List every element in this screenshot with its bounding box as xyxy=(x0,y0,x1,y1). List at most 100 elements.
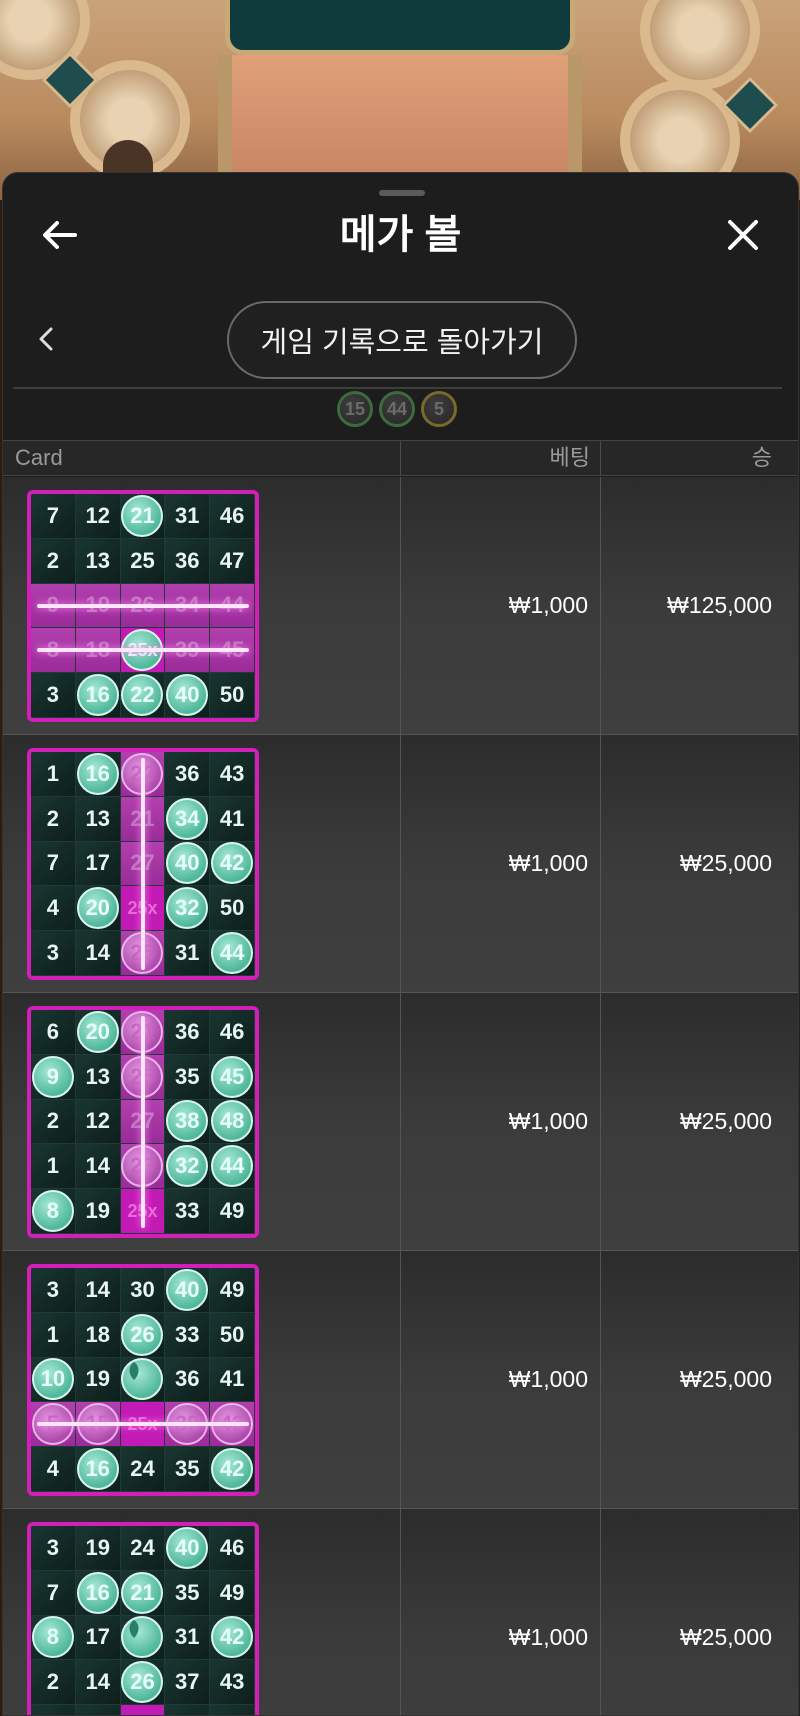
card-number: 32 xyxy=(165,1144,211,1190)
table-row[interactable]: 319244046 716213549 817 3142 214263743 51525x… xyxy=(3,1509,798,1715)
card-number: 17 xyxy=(75,1615,121,1661)
card-number: 46 xyxy=(210,1526,255,1571)
back-to-history-button[interactable]: 게임 기록으로 돌아가기 xyxy=(227,301,577,379)
card-number: 42 xyxy=(210,841,255,887)
card-number: 5 xyxy=(31,1705,76,1715)
card-number: 3 xyxy=(31,931,76,976)
card-number: 25 xyxy=(120,538,166,584)
card-number: 16 xyxy=(75,673,121,718)
card-number: 24 xyxy=(120,1526,166,1571)
card-number: 25x xyxy=(120,1705,166,1715)
card-number: 50 xyxy=(210,886,255,932)
card-number: 2 xyxy=(31,538,76,584)
card-number: 26 xyxy=(120,1312,166,1358)
card-number: 17 xyxy=(75,841,121,887)
column-header-card: Card xyxy=(3,441,401,475)
card-number: 3 xyxy=(31,1268,76,1313)
studio-screen xyxy=(225,0,575,55)
table-row[interactable]: 11622364321321344171727404242025x3250314… xyxy=(3,735,798,993)
card-number: 32 xyxy=(165,886,211,932)
table-row[interactable]: 3143040491182633501019364151525x39434162… xyxy=(3,1251,798,1509)
card-number: 4 xyxy=(31,1447,76,1492)
card-number: 40 xyxy=(165,841,211,887)
card-number: 6 xyxy=(31,1010,76,1055)
card-number: 42 xyxy=(210,1447,255,1492)
win-line xyxy=(140,1016,145,1228)
bet-amount: ₩1,000 xyxy=(401,477,601,734)
card-number: 44 xyxy=(210,1144,255,1190)
card-number: 43 xyxy=(210,752,255,797)
leaf-icon xyxy=(120,1615,166,1661)
card-number: 22 xyxy=(120,673,166,718)
card-number: 44 xyxy=(210,931,255,976)
card-number: 47 xyxy=(210,538,255,584)
card-number: 43 xyxy=(210,1660,255,1706)
card-number: 36 xyxy=(165,752,211,797)
table-row[interactable]: 6202136469132535452122738481142332448192… xyxy=(3,993,798,1251)
card-number: 40 xyxy=(165,673,211,718)
win-amount: ₩125,000 xyxy=(667,592,772,618)
card-number: 41 xyxy=(210,796,255,842)
card-number: 34 xyxy=(165,796,211,842)
card-number: 35 xyxy=(165,1054,211,1100)
card-number: 30 xyxy=(120,1268,166,1313)
drawn-ball: 44 xyxy=(379,391,415,427)
bet-amount: ₩1,000 xyxy=(401,993,601,1250)
card-cell: 11622364321321344171727404242025x3250314… xyxy=(3,735,401,992)
win-amount: ₩25,000 xyxy=(679,1108,772,1134)
card-number: 2 xyxy=(31,1660,76,1706)
card-number: 31 xyxy=(165,931,211,976)
card-cell: 6202136469132535452122738481142332448192… xyxy=(3,993,401,1250)
page-title: 메가 볼 xyxy=(339,213,462,257)
bet-amount: ₩1,000 xyxy=(401,1509,601,1715)
leaf-icon xyxy=(120,1357,166,1403)
card-number: 48 xyxy=(210,1099,255,1145)
card-number: 2 xyxy=(31,1099,76,1145)
card-number: 8 xyxy=(31,1615,76,1661)
card-number: 14 xyxy=(75,1144,121,1190)
card-number: 41 xyxy=(210,1357,255,1403)
card-number: 13 xyxy=(75,1054,121,1100)
card-number: 35 xyxy=(165,1570,211,1616)
card-number: 10 xyxy=(31,1357,76,1403)
card-number: 4 xyxy=(31,886,76,932)
column-header-win: 승 xyxy=(751,445,772,470)
card-number: 2 xyxy=(31,796,76,842)
card-number: 7 xyxy=(31,841,76,887)
card-number: 19 xyxy=(75,1189,121,1234)
card-number: 33 xyxy=(165,1189,211,1234)
card-number: 49 xyxy=(210,1268,255,1313)
card-number: 45 xyxy=(210,1054,255,1100)
card-number: 8 xyxy=(31,1189,76,1234)
table-header: Card 베팅 승 xyxy=(3,440,798,476)
win-amount: ₩25,000 xyxy=(679,850,772,876)
sheet-grabber[interactable] xyxy=(379,190,425,196)
card-number: 13 xyxy=(75,538,121,584)
win-line xyxy=(140,758,145,970)
card-number: 20 xyxy=(75,1010,121,1055)
card-number: 7 xyxy=(31,1570,76,1616)
decor-circle xyxy=(640,0,760,90)
win-line xyxy=(37,1422,249,1427)
card-cell: 3143040491182633501019364151525x39434162… xyxy=(3,1251,401,1508)
card-cell: 319244046 716213549 817 3142 214263743 51525x… xyxy=(3,1509,401,1715)
bingo-card: 3143040491182633501019364151525x39434162… xyxy=(27,1264,259,1496)
win-amount: ₩25,000 xyxy=(679,1624,772,1650)
card-number: 12 xyxy=(75,1099,121,1145)
card-number: 14 xyxy=(75,931,121,976)
drawn-balls: 15 44 5 xyxy=(337,391,457,431)
table-row[interactable]: 71221314621325364791926344481825x3945316… xyxy=(3,477,798,735)
chevron-left-icon[interactable] xyxy=(31,321,61,357)
card-number: 19 xyxy=(75,1526,121,1571)
bet-amount: ₩1,000 xyxy=(401,735,601,992)
close-icon[interactable] xyxy=(723,215,763,255)
card-number: 1 xyxy=(31,1144,76,1190)
card-number: 49 xyxy=(210,1189,255,1234)
card-number: 14 xyxy=(75,1660,121,1706)
win-amount: ₩25,000 xyxy=(679,1366,772,1392)
card-number: 46 xyxy=(210,1010,255,1055)
card-number: 24 xyxy=(120,1447,166,1492)
card-number: 37 xyxy=(165,1660,211,1706)
card-number: 16 xyxy=(75,752,121,797)
card-number: 20 xyxy=(75,886,121,932)
